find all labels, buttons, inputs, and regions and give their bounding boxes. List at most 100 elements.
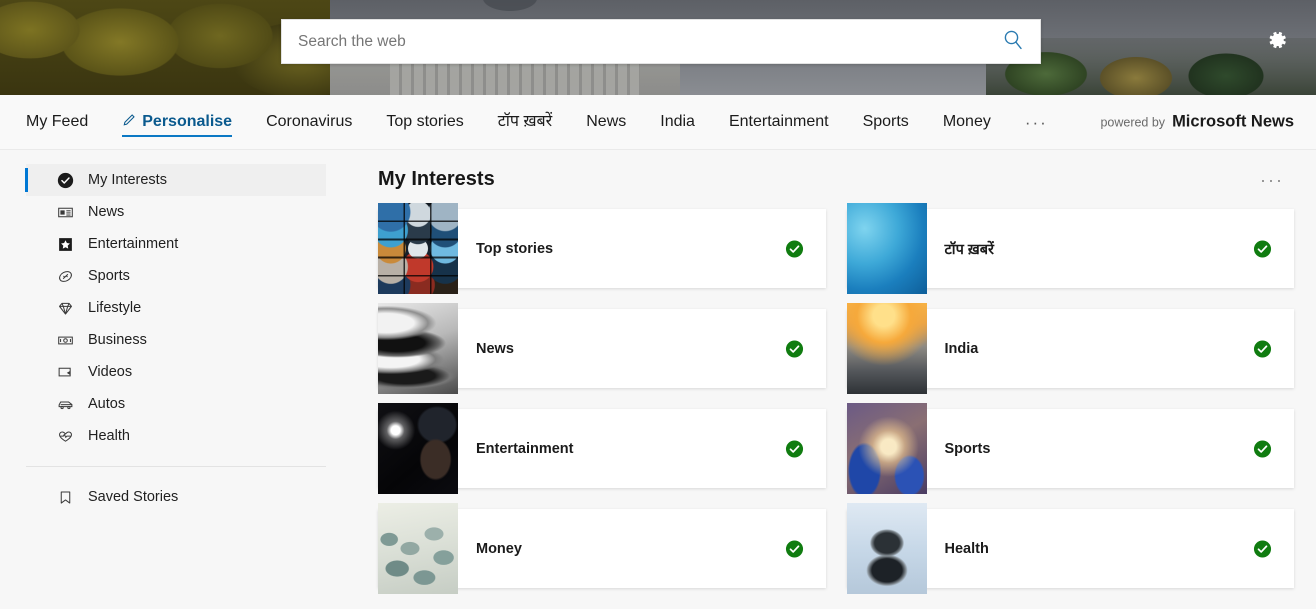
star-icon [56,235,74,253]
check-circle-filled-icon[interactable] [1253,439,1272,458]
interest-card-sports[interactable]: Sports [846,403,1294,494]
interest-thumbnail [378,203,458,294]
interest-card-entertainment[interactable]: Entertainment [378,403,826,494]
interest-thumbnail [846,303,927,394]
check-circle-filled-icon[interactable] [785,539,804,558]
page-body: My Interests News Entertainment Sports L… [0,150,1316,609]
sidebar-item-lifestyle[interactable]: Lifestyle [26,292,326,324]
interest-card-grid: Top stories टॉप ख़बरें News India Entert… [378,203,1294,594]
nav-item-news[interactable]: News [586,114,626,130]
nav-item-label: News [586,113,627,130]
nav-item-top-stories[interactable]: Top stories [386,114,463,130]
interest-card-top-khabre[interactable]: टॉप ख़बरें [846,203,1294,294]
interest-card-label: News [476,340,514,357]
sidebar: My Interests News Entertainment Sports L… [0,150,352,609]
interest-card-top-stories[interactable]: Top stories [378,203,826,294]
heart-pulse-icon [56,427,74,445]
main-header: My Interests ··· [378,168,1294,191]
nav-overflow-label: ··· [1024,112,1048,132]
sidebar-item-label: Entertainment [88,235,179,252]
nav-item-label: टॉप ख़बरें [497,113,553,130]
interest-card-india[interactable]: India [846,303,1294,394]
interest-card-label: टॉप ख़बरें [944,241,994,258]
check-circle-filled-icon[interactable] [785,239,804,258]
check-circle-filled-icon[interactable] [1253,539,1272,558]
check-circle-filled-icon[interactable] [1253,239,1272,258]
nav-item-label: My Feed [26,113,89,130]
interest-card-label: Entertainment [476,440,574,457]
pencil-icon [122,113,136,131]
interest-card-news[interactable]: News [378,303,826,394]
bookmark-icon [56,488,74,506]
nav-item-india[interactable]: India [660,114,695,130]
money-icon [56,331,74,349]
main-content: My Interests ··· Top stories टॉप ख़बरें [352,150,1316,609]
car-icon [56,395,74,413]
interest-card-health[interactable]: Health [846,503,1294,594]
check-circle-filled-icon[interactable] [785,339,804,358]
nav-item-top-khabre[interactable]: टॉप ख़बरें [498,114,553,130]
nav-item-my-feed[interactable]: My Feed [26,114,88,130]
interest-thumbnail [846,503,927,594]
hero-banner [0,0,1316,95]
check-circle-icon [56,171,74,189]
interest-card-label: India [944,340,979,357]
interest-card-label: Top stories [476,240,554,257]
nav-item-personalise[interactable]: Personalise [122,113,233,137]
check-circle-filled-icon[interactable] [785,439,804,458]
video-icon [56,363,74,381]
category-navbar: My Feed Personalise Coronavirus Top stor… [0,95,1316,150]
nav-item-label: Personalise [142,113,233,130]
check-circle-filled-icon[interactable] [1253,339,1272,358]
sidebar-item-label: News [88,203,125,220]
sidebar-item-label: Autos [88,395,126,412]
interest-thumbnail [378,403,458,494]
settings-button[interactable] [1264,28,1290,54]
nav-item-label: Sports [862,113,909,130]
nav-item-label: Money [942,113,991,130]
nav-item-label: Top stories [386,113,464,130]
sidebar-item-business[interactable]: Business [26,324,326,356]
sidebar-item-news[interactable]: News [26,196,326,228]
nav-item-money[interactable]: Money [943,114,991,130]
powered-by-label: powered by [1100,115,1166,130]
nav-item-label: Coronavirus [266,113,353,130]
gear-icon [1265,28,1289,55]
sidebar-item-autos[interactable]: Autos [26,388,326,420]
powered-by-branding: powered by Microsoft News [1100,113,1294,132]
interest-thumbnail [846,203,927,294]
sidebar-item-my-interests[interactable]: My Interests [25,164,326,196]
search-button[interactable] [986,20,1040,63]
interest-card-money[interactable]: Money [378,503,826,594]
interest-card-label: Sports [944,440,991,457]
sidebar-item-videos[interactable]: Videos [26,356,326,388]
sidebar-item-label: Sports [88,267,130,284]
sidebar-item-label: Saved Stories [88,488,179,505]
interest-card-label: Money [476,540,522,557]
search-box[interactable] [281,19,1041,64]
interest-thumbnail [378,303,458,394]
sidebar-item-label: Business [88,331,147,348]
sidebar-item-label: Lifestyle [88,299,142,316]
football-icon [56,267,74,285]
sidebar-item-label: Videos [88,363,133,380]
nav-overflow-icon[interactable]: ··· [1025,114,1048,131]
sidebar-item-health[interactable]: Health [26,420,326,452]
interest-card-label: Health [944,540,989,557]
sidebar-item-saved-stories[interactable]: Saved Stories [26,481,326,513]
main-overflow-icon[interactable]: ··· [1254,169,1290,191]
nav-item-entertainment[interactable]: Entertainment [729,114,829,130]
sidebar-item-sports[interactable]: Sports [26,260,326,292]
sidebar-item-label: My Interests [88,171,167,188]
diamond-icon [56,299,74,317]
sidebar-item-entertainment[interactable]: Entertainment [26,228,326,260]
search-input[interactable] [282,20,986,63]
page-title: My Interests [378,168,495,190]
interest-thumbnail [846,403,927,494]
search-icon [1002,29,1024,54]
nav-item-sports[interactable]: Sports [863,114,909,130]
nav-item-coronavirus[interactable]: Coronavirus [266,114,352,130]
nav-item-label: Entertainment [728,113,829,130]
sidebar-divider [26,466,326,467]
interest-thumbnail [378,503,458,594]
